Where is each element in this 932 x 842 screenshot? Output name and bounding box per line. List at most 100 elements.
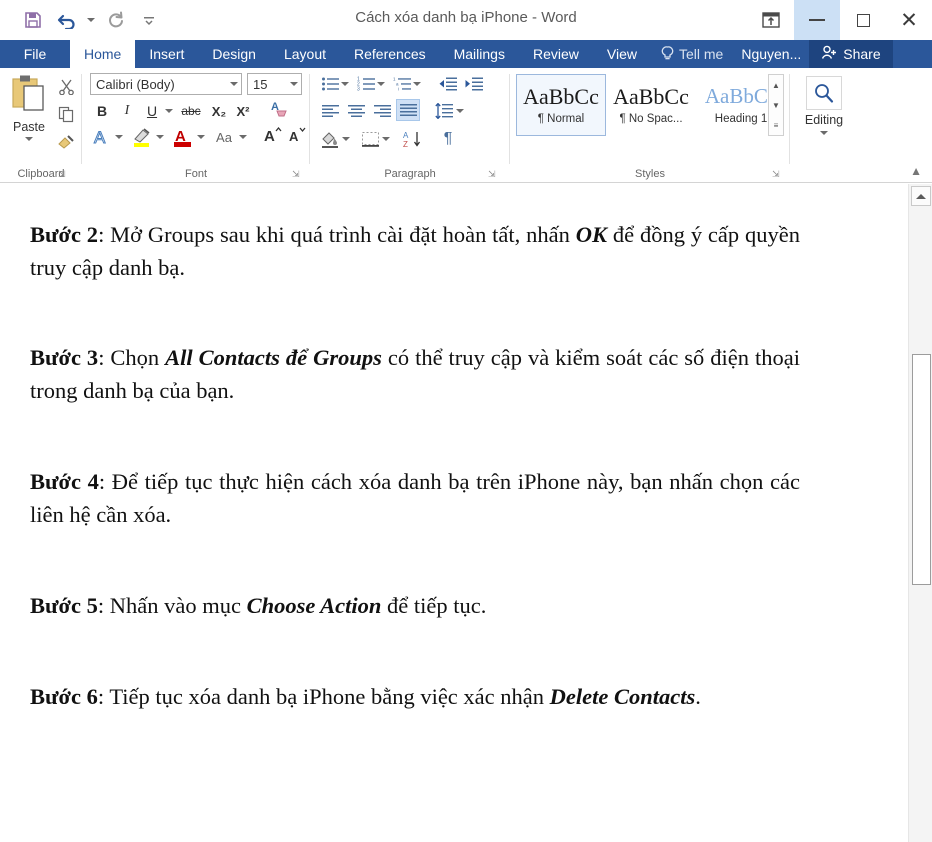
run-bold-buoc-6: Bước 6: [30, 684, 98, 709]
scroll-up-button[interactable]: [911, 186, 931, 206]
undo-icon[interactable]: [50, 5, 84, 35]
font-size-combo[interactable]: 15: [247, 73, 302, 95]
decrease-indent-icon[interactable]: [436, 73, 460, 95]
tab-view[interactable]: View: [593, 40, 651, 68]
font-dialog-launcher[interactable]: ⇲: [292, 169, 302, 179]
style-normal[interactable]: AaBbCc ¶ Normal: [516, 74, 606, 136]
run-bold-italic-ok: OK: [575, 222, 608, 247]
font-size-dropdown-icon[interactable]: [286, 82, 301, 86]
styles-dialog-launcher[interactable]: ⇲: [772, 169, 782, 179]
style-name-no-spacing: ¶ No Spac...: [619, 113, 683, 126]
shading-dropdown-icon[interactable]: [340, 128, 352, 150]
highlight-dropdown-icon[interactable]: [154, 126, 166, 148]
underline-dropdown-icon[interactable]: [163, 100, 175, 122]
run-text-buoc-5a: : Nhấn vào mục: [97, 593, 247, 618]
tab-file[interactable]: File: [0, 40, 70, 68]
styles-scroll-up-icon[interactable]: ▲: [769, 75, 783, 95]
paste-label: Paste: [13, 120, 45, 134]
superscript-button[interactable]: X²: [232, 100, 254, 122]
cut-icon[interactable]: [54, 74, 78, 98]
paragraph-buoc-4[interactable]: Bước 4: Để tiếp tục thực hiện cách xóa d…: [30, 465, 800, 532]
redo-icon[interactable]: [98, 5, 132, 35]
paragraph-buoc-5[interactable]: Bước 5: Nhấn vào mục Choose Action để ti…: [30, 589, 800, 622]
copy-icon[interactable]: [54, 102, 78, 126]
clipboard-dialog-launcher[interactable]: ⇲: [58, 169, 68, 179]
collapse-ribbon-icon[interactable]: ▲: [910, 164, 922, 178]
svg-text:3: 3: [357, 87, 360, 93]
close-button[interactable]: ✕: [886, 0, 932, 40]
multilevel-dropdown-icon[interactable]: [411, 73, 423, 95]
window-controls: ✕: [748, 0, 932, 40]
bullets-dropdown-icon[interactable]: [339, 73, 351, 95]
maximize-button[interactable]: [840, 0, 886, 40]
subscript-button[interactable]: X₂: [208, 100, 230, 122]
change-case-dropdown-icon[interactable]: [237, 126, 249, 148]
tab-home[interactable]: Home: [70, 40, 136, 68]
document-page[interactable]: Bước 2: Mở Groups sau khi quá trình cài …: [0, 184, 908, 842]
sort-icon[interactable]: A Z: [400, 128, 424, 150]
grow-font-button[interactable]: A: [260, 124, 284, 146]
font-color-icon[interactable]: A: [170, 126, 196, 148]
paragraph-buoc-6[interactable]: Bước 6: Tiếp tục xóa danh bạ iPhone bằng…: [30, 680, 800, 713]
svg-text:A: A: [264, 128, 275, 145]
paragraph-buoc-2[interactable]: Bước 2: Mở Groups sau khi quá trình cài …: [30, 218, 800, 285]
shrink-font-button[interactable]: A: [285, 124, 309, 146]
bold-button[interactable]: B: [92, 100, 112, 122]
svg-text:A: A: [403, 131, 409, 140]
paste-dropdown-icon[interactable]: [25, 137, 33, 141]
minimize-button[interactable]: [794, 0, 840, 40]
numbering-dropdown-icon[interactable]: [375, 73, 387, 95]
show-formatting-marks-button[interactable]: ¶: [436, 128, 460, 150]
tab-design[interactable]: Design: [198, 40, 270, 68]
editing-button[interactable]: Editing: [804, 76, 844, 135]
highlight-color-icon[interactable]: [129, 126, 155, 148]
ribbon-display-options-icon[interactable]: [748, 0, 794, 40]
borders-icon[interactable]: [358, 128, 382, 150]
font-family-dropdown-icon[interactable]: [226, 82, 241, 86]
editing-dropdown-icon[interactable]: [820, 131, 828, 135]
italic-button[interactable]: I: [117, 100, 137, 122]
tab-mailings[interactable]: Mailings: [440, 40, 519, 68]
justify-icon[interactable]: [396, 99, 420, 121]
change-case-button[interactable]: Aa: [210, 126, 238, 148]
scrollbar-thumb[interactable]: [912, 354, 931, 585]
shading-icon[interactable]: [318, 128, 342, 150]
paste-button[interactable]: Paste: [6, 74, 52, 141]
tell-me-search[interactable]: Tell me: [651, 40, 733, 68]
save-icon[interactable]: [16, 5, 50, 35]
underline-button[interactable]: U: [142, 100, 162, 122]
font-family-value: Calibri (Body): [96, 76, 175, 92]
text-effects-icon[interactable]: A: [90, 126, 114, 148]
tab-review[interactable]: Review: [519, 40, 593, 68]
align-left-icon[interactable]: [318, 100, 342, 122]
run-text-buoc-6b: .: [695, 684, 701, 709]
styles-more-icon[interactable]: ≡: [769, 115, 783, 135]
svg-text:A: A: [94, 128, 106, 147]
increase-indent-icon[interactable]: [462, 73, 486, 95]
format-painter-icon[interactable]: [54, 130, 78, 154]
paragraph-dialog-launcher[interactable]: ⇲: [488, 169, 498, 179]
font-family-combo[interactable]: Calibri (Body): [90, 73, 242, 95]
tab-references[interactable]: References: [340, 40, 440, 68]
tab-layout[interactable]: Layout: [270, 40, 340, 68]
line-spacing-dropdown-icon[interactable]: [454, 100, 466, 122]
account-name[interactable]: Nguyen...: [733, 40, 809, 68]
font-color-dropdown-icon[interactable]: [195, 126, 207, 148]
share-button[interactable]: Share: [809, 40, 893, 68]
line-spacing-icon[interactable]: [432, 100, 456, 122]
align-right-icon[interactable]: [370, 100, 394, 122]
vertical-scrollbar[interactable]: [908, 184, 932, 842]
paragraph-buoc-3[interactable]: Bước 3: Chọn All Contacts để Groups có t…: [30, 341, 800, 408]
borders-dropdown-icon[interactable]: [380, 128, 392, 150]
customize-quick-access-icon[interactable]: [132, 5, 166, 35]
tab-insert[interactable]: Insert: [135, 40, 198, 68]
text-effects-dropdown-icon[interactable]: [113, 126, 125, 148]
undo-dropdown-icon[interactable]: [84, 5, 98, 35]
styles-scroll-down-icon[interactable]: ▼: [769, 95, 783, 115]
style-no-spacing[interactable]: AaBbCc ¶ No Spac...: [606, 74, 696, 136]
strikethrough-button[interactable]: abc: [177, 100, 205, 122]
search-icon: [806, 76, 842, 110]
document-area[interactable]: Bước 2: Mở Groups sau khi quá trình cài …: [0, 184, 908, 842]
clear-formatting-icon[interactable]: A: [267, 98, 293, 120]
align-center-icon[interactable]: [344, 100, 368, 122]
